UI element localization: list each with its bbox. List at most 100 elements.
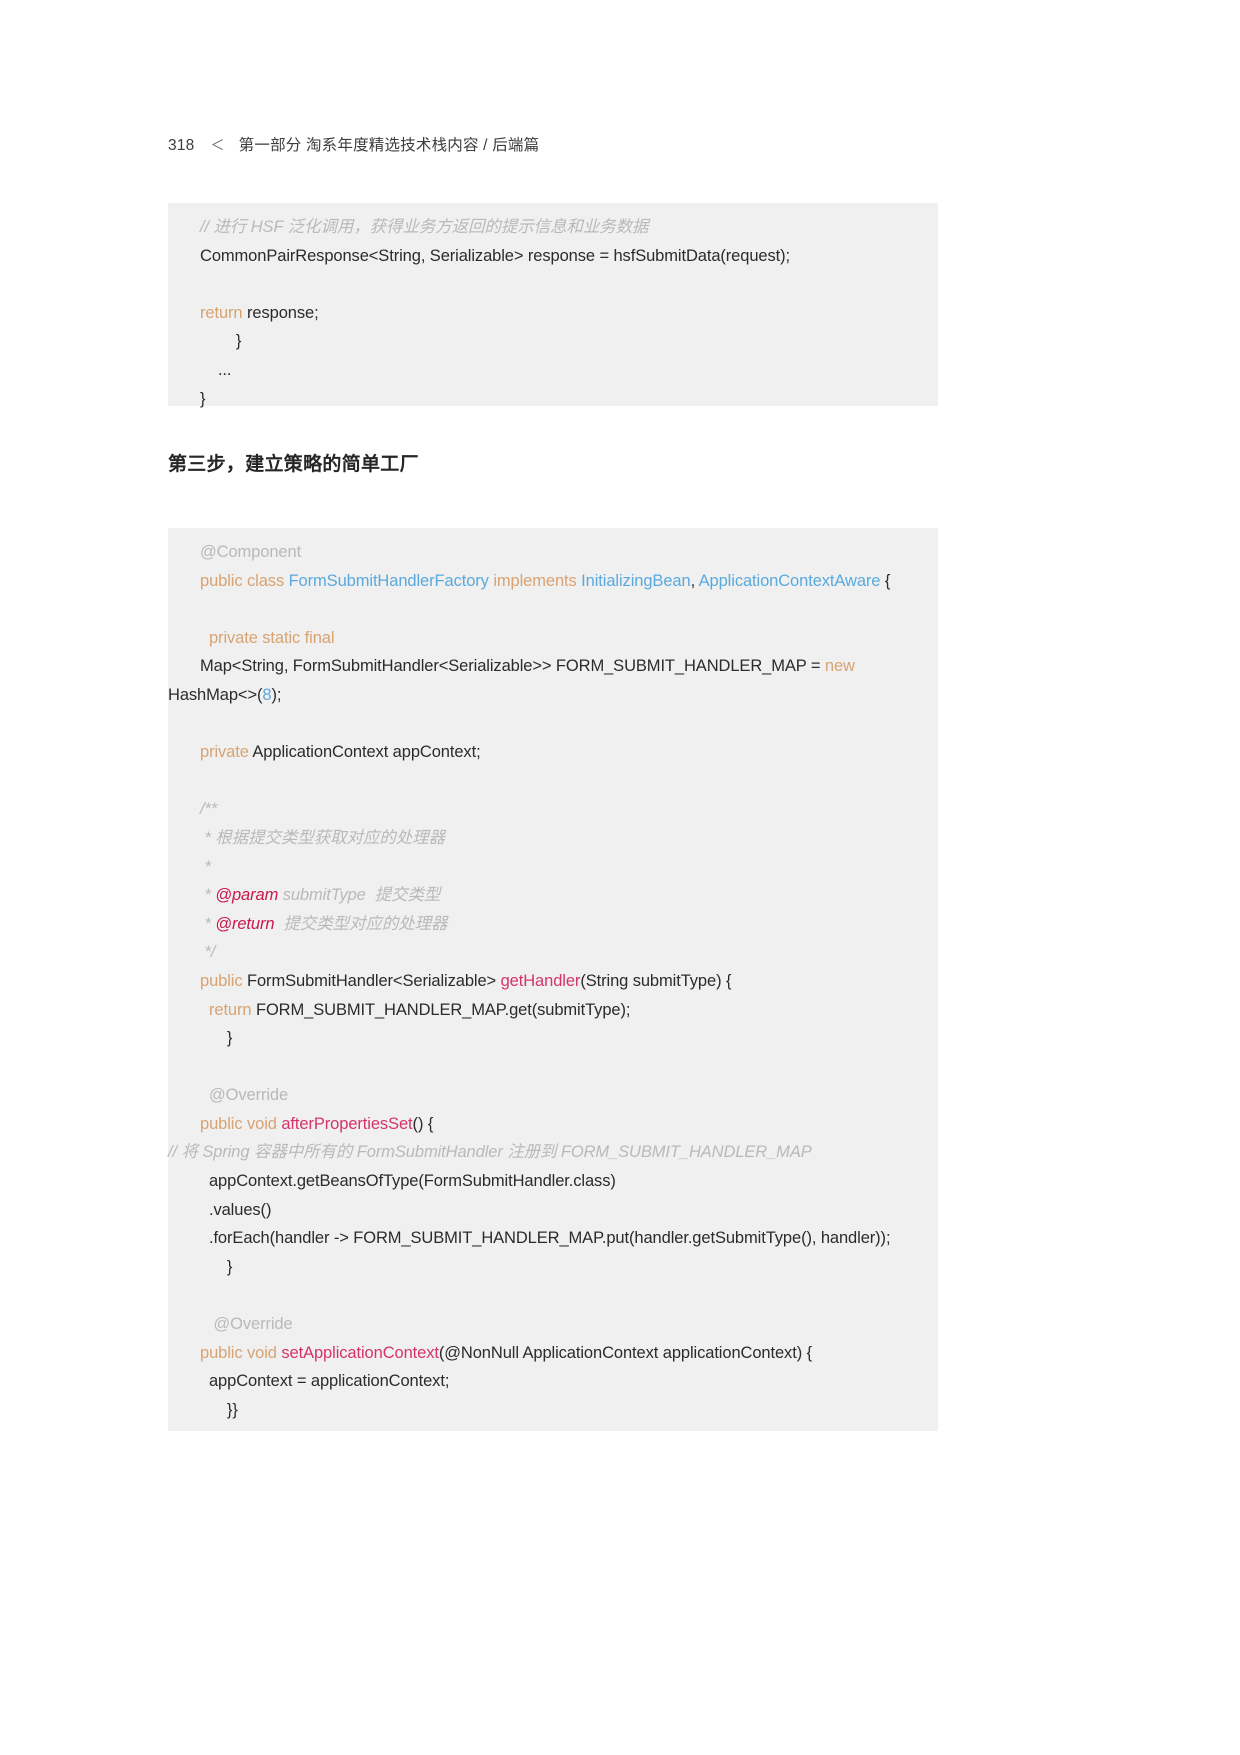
code-token: InitializingBean [581, 571, 691, 590]
code-line: public void afterPropertiesSet() { [168, 1110, 938, 1139]
code-line: HashMap<>(8); [168, 681, 938, 710]
document-page: 318 ＜ 第一部分 淘系年度精选技术栈内容 / 后端篇 // 进行 HSF 泛化调… [0, 0, 1240, 1755]
chevron-left-icon: ＜ [210, 137, 225, 153]
code-line: return response; [168, 299, 938, 328]
code-line: }} [168, 1396, 938, 1425]
code-token: * 根据提交类型获取对应的处理器 [200, 828, 445, 847]
code-token: public void [200, 1343, 277, 1362]
code-block-handler-factory: @Component public class FormSubmitHandler… [168, 528, 938, 1431]
page-number: 318 [168, 137, 195, 154]
code-token: ); [271, 685, 282, 704]
code-token: @Override [200, 1315, 293, 1334]
code-token: { [880, 571, 891, 590]
code-token: HashMap<>( [168, 685, 263, 704]
code-line: */ [168, 938, 938, 967]
code-line: @Override [168, 1310, 938, 1339]
code-line: public class FormSubmitHandlerFactory im… [168, 567, 938, 596]
code-token: private static final [200, 628, 335, 647]
code-line: * [168, 853, 938, 882]
code-token: ... [200, 360, 232, 379]
code-line: * @param submitType 提交类型 [168, 881, 938, 910]
code-token: @Component [200, 543, 302, 561]
code-token: @param [215, 886, 279, 905]
code-token: afterPropertiesSet [281, 1114, 413, 1133]
code-line: // 将 Spring 容器中所有的 FormSubmitHandler 注册到… [168, 1138, 938, 1167]
code-line: /** [168, 795, 938, 824]
code-token: public void [200, 1114, 277, 1133]
code-line: } [168, 1024, 938, 1053]
code-token: appContext.getBeansOfType(FormSubmitHand… [200, 1172, 616, 1191]
code-token: } [200, 332, 242, 351]
code-token: * [200, 914, 216, 933]
code-token: }} [200, 1400, 238, 1419]
code-token: (@NonNull ApplicationContext application… [438, 1343, 812, 1362]
code-token: getHandler [500, 971, 581, 990]
code-token: .forEach(handler -> FORM_SUBMIT_HANDLER_… [200, 1229, 891, 1248]
code-line: appContext.getBeansOfType(FormSubmitHand… [168, 1167, 938, 1196]
code-line: .values() [168, 1196, 938, 1225]
code-line: public void setApplicationContext(@NonNu… [168, 1339, 938, 1368]
code-token: return [200, 303, 243, 322]
code-token: .values() [200, 1200, 272, 1219]
code-token: @return [215, 914, 275, 933]
code-token: } [200, 1257, 233, 1276]
code-token: FORM_SUBMIT_HANDLER_MAP.get(submitType); [251, 1000, 631, 1019]
code-token: */ [200, 943, 216, 962]
code-token: Map<String, FormSubmitHandler<Serializab… [200, 657, 825, 676]
code-token: } [200, 1029, 233, 1048]
code-token: , [690, 571, 699, 590]
code-line: * @return 提交类型对应的处理器 [168, 910, 938, 939]
code-token: * [200, 857, 211, 876]
code-token: return [200, 1000, 252, 1019]
code-line: private ApplicationContext appContext; [168, 738, 938, 767]
code-token: @Override [200, 1086, 289, 1105]
code-token: * [200, 886, 216, 905]
code-token: CommonPairResponse<String, Serializable>… [200, 246, 791, 265]
code-line: } [168, 385, 938, 414]
code-line: // 进行 HSF 泛化调用，获得业务方返回的提示信息和业务数据 [168, 213, 938, 242]
section-heading-step-three: 第三步，建立策略的简单工厂 [168, 454, 419, 475]
code-token: () { [412, 1114, 434, 1133]
code-token: setApplicationContext [281, 1343, 439, 1362]
code-token: response; [242, 303, 319, 322]
code-line: * 根据提交类型获取对应的处理器 [168, 824, 938, 853]
code-line: } [168, 327, 938, 356]
code-line: appContext = applicationContext; [168, 1367, 938, 1396]
code-line: } [168, 1253, 938, 1282]
code-token: appContext = applicationContext; [200, 1372, 450, 1391]
code-token: } [200, 389, 206, 408]
code-line: @Override [168, 1081, 938, 1110]
code-line: ... [168, 356, 938, 385]
code-block-hsf-invoke: // 进行 HSF 泛化调用，获得业务方返回的提示信息和业务数据 CommonPa… [168, 203, 938, 408]
code-token: FormSubmitHandlerFactory [288, 571, 489, 590]
code-token: // 进行 HSF 泛化调用，获得业务方返回的提示信息和业务数据 [200, 218, 649, 236]
code-line: .forEach(handler -> FORM_SUBMIT_HANDLER_… [168, 1224, 938, 1253]
code-line: public FormSubmitHandler<Serializable> g… [168, 967, 938, 996]
code-token: // 将 Spring 容器中所有的 FormSubmitHandler 注册到… [168, 1143, 812, 1162]
code-token: private [200, 743, 249, 762]
code-token: submitType 提交类型 [278, 886, 441, 905]
code-token: new [824, 657, 855, 676]
code-line: @Component [168, 538, 938, 567]
code-token: (String submitType) { [580, 971, 732, 990]
code-token: ApplicationContextAware [698, 571, 881, 590]
code-token: /** [200, 800, 218, 819]
code-token: public [200, 971, 243, 990]
code-line: return FORM_SUBMIT_HANDLER_MAP.get(submi… [168, 996, 938, 1025]
code-token: FormSubmitHandler<Serializable> [242, 971, 501, 990]
code-token: ApplicationContext appContext; [248, 743, 481, 762]
code-token: implements [493, 571, 577, 590]
code-token: 提交类型对应的处理器 [274, 914, 448, 933]
running-header-title: 第一部分 淘系年度精选技术栈内容 / 后端篇 [238, 137, 540, 154]
code-token: public class [200, 571, 285, 590]
code-line: Map<String, FormSubmitHandler<Serializab… [168, 652, 938, 681]
code-line: CommonPairResponse<String, Serializable>… [168, 242, 938, 271]
code-line: private static final [168, 624, 938, 653]
running-header: 318 ＜ 第一部分 淘系年度精选技术栈内容 / 后端篇 [168, 133, 539, 155]
